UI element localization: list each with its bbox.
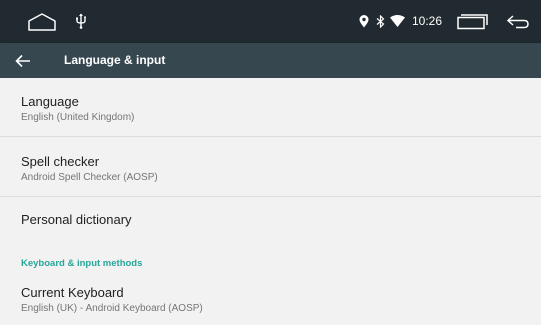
language-item[interactable]: Language English (United Kingdom) [0, 78, 541, 136]
personal-dictionary-title: Personal dictionary [21, 212, 132, 227]
page-title: Language & input [64, 53, 166, 67]
settings-list: Language English (United Kingdom) Spell … [0, 78, 541, 325]
current-keyboard-summary: English (UK) - Android Keyboard (AOSP) [21, 303, 203, 314]
back-icon[interactable] [505, 13, 531, 31]
spell-checker-summary: Android Spell Checker (AOSP) [21, 172, 158, 183]
spell-checker-title: Spell checker [21, 154, 100, 169]
language-summary: English (United Kingdom) [21, 112, 135, 123]
wifi-icon [389, 14, 405, 28]
location-icon [358, 14, 370, 28]
status-bar: 10:26 [0, 0, 541, 43]
recents-icon[interactable] [455, 13, 489, 31]
current-keyboard-title: Current Keyboard [21, 285, 124, 300]
bluetooth-icon [375, 14, 385, 28]
usb-icon [74, 12, 88, 30]
home-icon[interactable] [26, 11, 58, 33]
spell-checker-item[interactable]: Spell checker Android Spell Checker (AOS… [0, 137, 541, 196]
current-keyboard-item[interactable]: Current Keyboard English (UK) - Android … [0, 274, 541, 325]
category-header: Keyboard & input methods [21, 258, 143, 269]
clock: 10:26 [412, 14, 443, 28]
personal-dictionary-item[interactable]: Personal dictionary [0, 197, 541, 241]
toolbar: Language & input [0, 43, 541, 78]
arrow-left-icon[interactable] [14, 52, 32, 70]
language-title: Language [21, 94, 79, 109]
